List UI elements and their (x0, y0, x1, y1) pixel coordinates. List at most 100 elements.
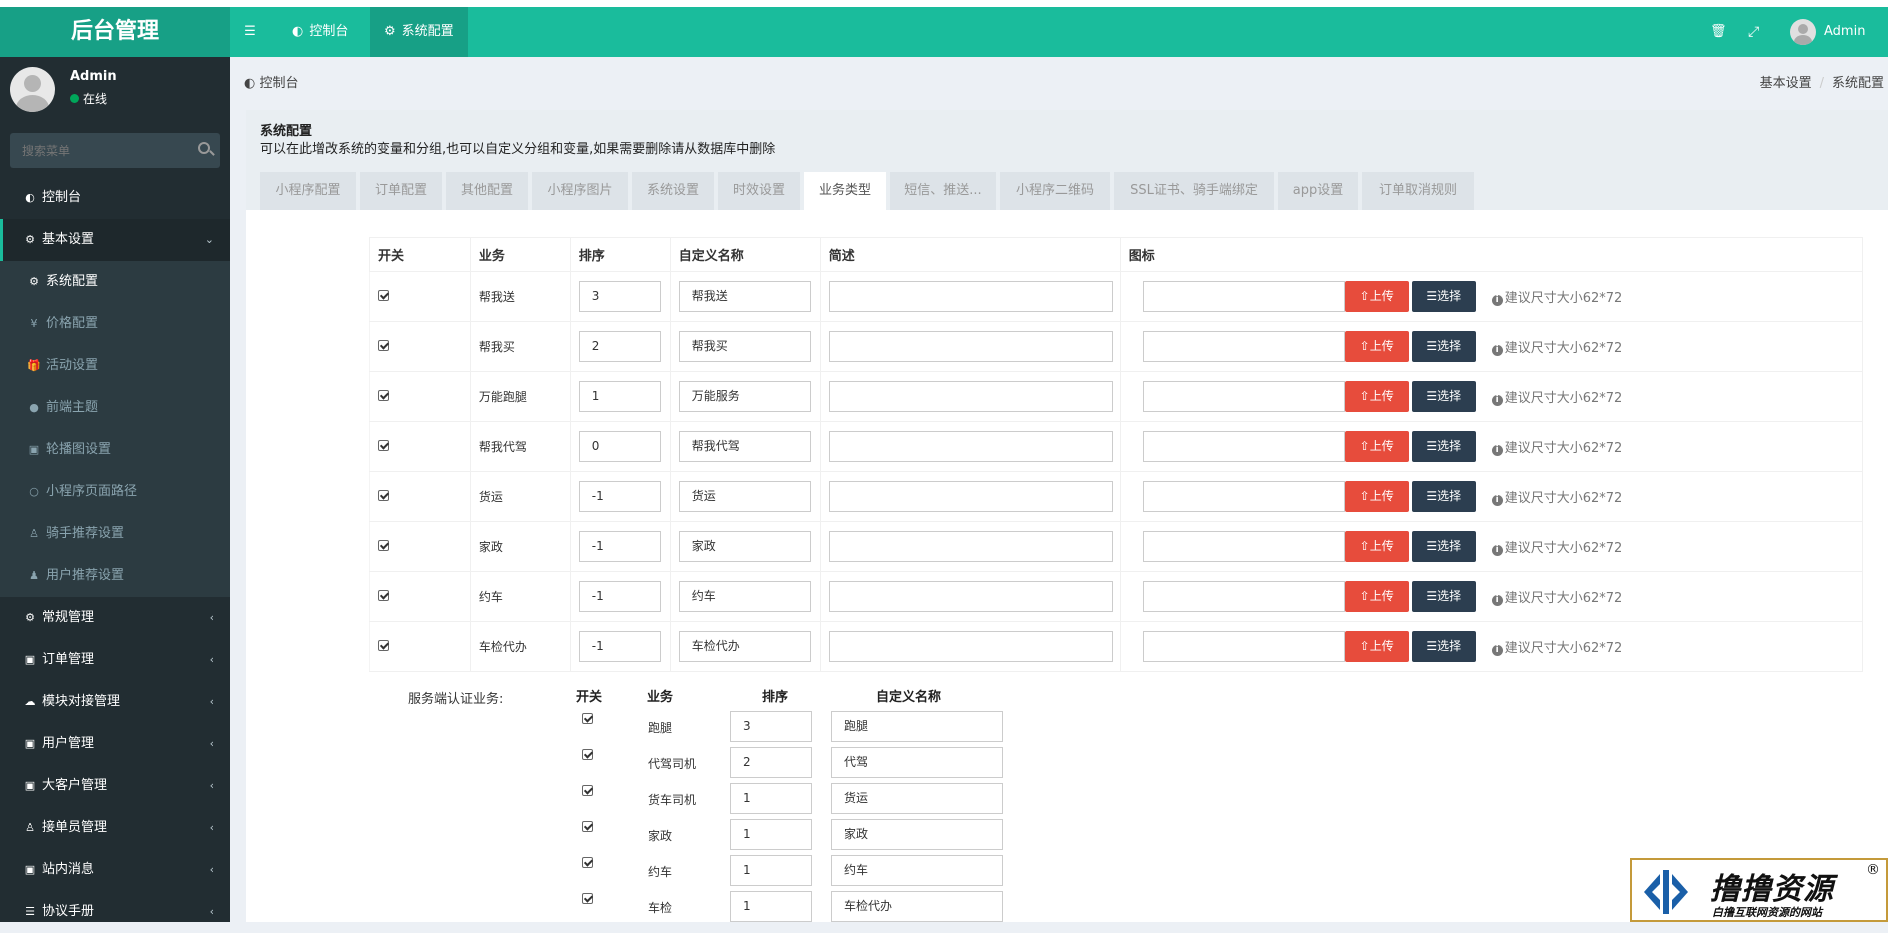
custom-name-input[interactable]: 约车 (831, 855, 1003, 886)
enable-checkbox[interactable] (582, 821, 593, 832)
enable-checkbox[interactable] (582, 785, 593, 796)
icon-path-input[interactable] (1142, 481, 1345, 512)
sort-input[interactable]: -1 (578, 631, 661, 662)
tab-mini-images[interactable]: 小程序图片 (532, 172, 628, 210)
description-input[interactable] (828, 331, 1113, 362)
menu-toggle-icon[interactable]: ☰ (230, 7, 270, 57)
sort-input[interactable]: 1 (578, 381, 661, 412)
upload-button[interactable]: ⇧上传 (1344, 431, 1409, 462)
tab-app[interactable]: app设置 (1278, 172, 1358, 210)
sidebar-item-rider-recommend[interactable]: ♙ 骑手推荐设置 (0, 513, 230, 555)
tab-ssl[interactable]: SSL证书、骑手端绑定 (1114, 172, 1274, 210)
trash-icon[interactable]: 🗑 (1710, 7, 1727, 57)
upload-button[interactable]: ⇧上传 (1344, 381, 1409, 412)
app-logo[interactable]: 后台管理 (0, 7, 230, 57)
sidebar-item-page-path[interactable]: ○ 小程序页面路径 (0, 471, 230, 513)
select-button[interactable]: ☰选择 (1411, 631, 1476, 662)
tab-sms-push[interactable]: 短信、推送... (890, 172, 996, 210)
sidebar-item-activity[interactable]: 🎁 活动设置 (0, 345, 230, 387)
custom-name-input[interactable]: 代驾 (831, 747, 1003, 778)
upload-button[interactable]: ⇧上传 (1344, 531, 1409, 562)
icon-path-input[interactable] (1142, 631, 1345, 662)
description-input[interactable] (828, 531, 1113, 562)
description-input[interactable] (828, 481, 1113, 512)
sidebar-item-general[interactable]: ⚙ 常规管理 ‹ (0, 597, 230, 639)
select-button[interactable]: ☰选择 (1411, 581, 1476, 612)
description-input[interactable] (828, 281, 1113, 312)
sort-input[interactable]: 3 (578, 281, 661, 312)
upload-button[interactable]: ⇧上传 (1344, 581, 1409, 612)
icon-path-input[interactable] (1142, 531, 1345, 562)
sidebar-item-theme[interactable]: ● 前端主题 (0, 387, 230, 429)
custom-name-input[interactable]: 跑腿 (831, 711, 1003, 742)
icon-path-input[interactable] (1142, 431, 1345, 462)
enable-checkbox[interactable] (582, 713, 593, 724)
custom-name-input[interactable]: 家政 (678, 531, 811, 562)
sidebar-item-orders[interactable]: ▣ 订单管理 ‹ (0, 639, 230, 681)
sidebar-item-user-recommend[interactable]: ♟ 用户推荐设置 (0, 555, 230, 597)
sidebar-item-dashboard[interactable]: ◐ 控制台 (0, 177, 230, 219)
sort-input[interactable]: 1 (730, 783, 812, 814)
tab-system[interactable]: 系统设置 (632, 172, 714, 210)
custom-name-input[interactable]: 帮我送 (678, 281, 811, 312)
select-button[interactable]: ☰选择 (1411, 281, 1476, 312)
tab-timeliness[interactable]: 时效设置 (718, 172, 800, 210)
search-input[interactable] (10, 133, 190, 168)
enable-checkbox[interactable] (378, 289, 389, 301)
sort-input[interactable]: 2 (578, 331, 661, 362)
sidebar-item-price-config[interactable]: ¥ 价格配置 (0, 303, 230, 345)
nav-tab-system-config[interactable]: ⚙ 系统配置 (370, 7, 468, 57)
sort-input[interactable]: 0 (578, 431, 661, 462)
select-button[interactable]: ☰选择 (1411, 381, 1476, 412)
custom-name-input[interactable]: 约车 (678, 581, 811, 612)
tab-business-type[interactable]: 业务类型 (804, 172, 886, 210)
custom-name-input[interactable]: 万能服务 (678, 381, 811, 412)
description-input[interactable] (828, 381, 1113, 412)
nav-tab-dashboard[interactable]: ◐ 控制台 (278, 7, 362, 57)
sidebar-item-banner[interactable]: ▣ 轮播图设置 (0, 429, 230, 471)
icon-path-input[interactable] (1142, 381, 1345, 412)
icon-path-input[interactable] (1142, 581, 1345, 612)
search-icon[interactable] (198, 142, 210, 154)
custom-name-input[interactable]: 家政 (831, 819, 1003, 850)
enable-checkbox[interactable] (582, 749, 593, 760)
sort-input[interactable]: 3 (730, 711, 812, 742)
description-input[interactable] (828, 581, 1113, 612)
breadcrumb-home[interactable]: ◐ 控制台 (244, 72, 299, 91)
description-input[interactable] (828, 631, 1113, 662)
tab-mini-program[interactable]: 小程序配置 (260, 172, 356, 210)
fullscreen-icon[interactable]: ⤢ (1748, 7, 1759, 57)
enable-checkbox[interactable] (378, 439, 389, 451)
tab-qrcode[interactable]: 小程序二维码 (1000, 172, 1110, 210)
custom-name-input[interactable]: 帮我买 (678, 331, 811, 362)
select-button[interactable]: ☰选择 (1411, 331, 1476, 362)
sort-input[interactable]: -1 (578, 581, 661, 612)
tab-other[interactable]: 其他配置 (446, 172, 528, 210)
breadcrumb-item[interactable]: 基本设置 (1760, 76, 1812, 91)
custom-name-input[interactable]: 货运 (678, 481, 811, 512)
enable-checkbox[interactable] (378, 539, 389, 551)
tab-order[interactable]: 订单配置 (360, 172, 442, 210)
custom-name-input[interactable]: 货运 (831, 783, 1003, 814)
enable-checkbox[interactable] (378, 639, 389, 651)
tab-cancel-rules[interactable]: 订单取消规则 (1362, 172, 1474, 210)
upload-button[interactable]: ⇧上传 (1344, 481, 1409, 512)
enable-checkbox[interactable] (582, 893, 593, 904)
enable-checkbox[interactable] (378, 389, 389, 401)
enable-checkbox[interactable] (582, 857, 593, 868)
custom-name-input[interactable]: 车检代办 (678, 631, 811, 662)
upload-button[interactable]: ⇧上传 (1344, 331, 1409, 362)
select-button[interactable]: ☰选择 (1411, 481, 1476, 512)
sort-input[interactable]: 1 (730, 891, 812, 922)
sort-input[interactable]: 2 (730, 747, 812, 778)
sidebar-item-basic-settings[interactable]: ⚙ 基本设置 ⌄ (0, 219, 230, 261)
sort-input[interactable]: -1 (578, 531, 661, 562)
icon-path-input[interactable] (1142, 281, 1345, 312)
description-input[interactable] (828, 431, 1113, 462)
select-button[interactable]: ☰选择 (1411, 531, 1476, 562)
sort-input[interactable]: 1 (730, 819, 812, 850)
select-button[interactable]: ☰选择 (1411, 431, 1476, 462)
sort-input[interactable]: -1 (578, 481, 661, 512)
upload-button[interactable]: ⇧上传 (1344, 631, 1409, 662)
sidebar-item-system-config[interactable]: ⚙ 系统配置 (0, 261, 230, 303)
